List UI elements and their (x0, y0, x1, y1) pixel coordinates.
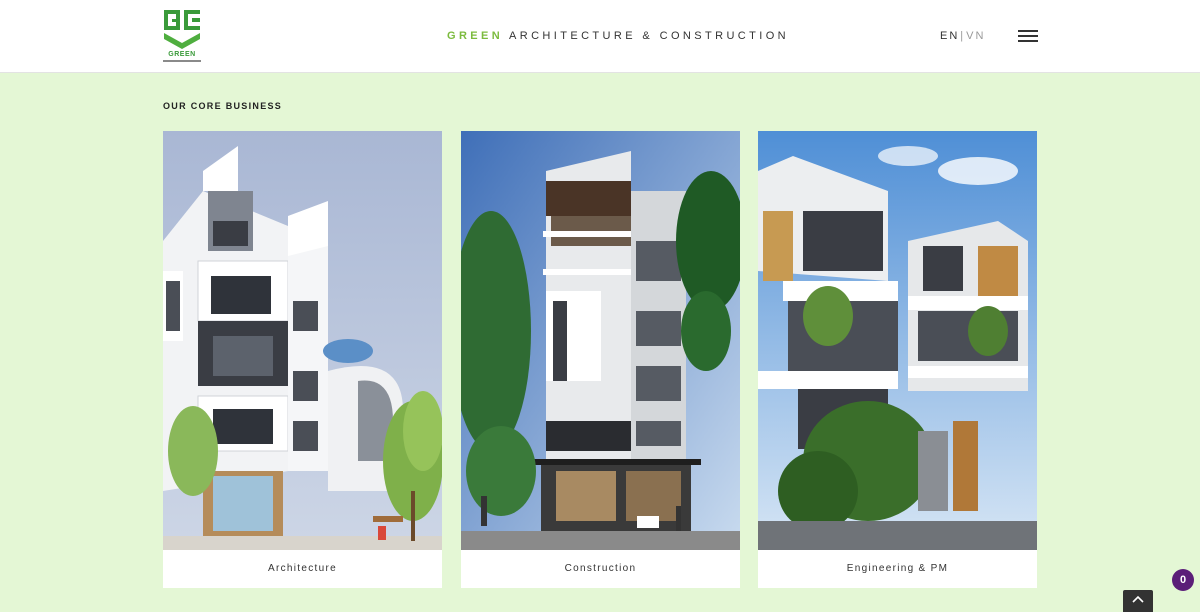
logo-tagline (163, 60, 201, 62)
chevron-up-icon (1132, 595, 1144, 603)
language-switcher: EN|VN (940, 30, 985, 42)
construction-image (461, 131, 740, 550)
engineering-pm-image (758, 131, 1037, 550)
site-header: GREEN GREEN ARCHITECTURE & CONSTRUCTION … (0, 0, 1200, 73)
logo-wordmark: GREEN (168, 51, 196, 58)
site-title-rest: ARCHITECTURE & CONSTRUCTION (508, 30, 790, 42)
lang-en-link[interactable]: EN (940, 30, 959, 42)
architecture-image (163, 131, 442, 550)
card-construction-label[interactable]: Construction (461, 550, 740, 588)
green-logo-icon (164, 10, 200, 49)
site-title: GREEN ARCHITECTURE & CONSTRUCTION (447, 30, 789, 42)
lang-vn-link[interactable]: VN (966, 30, 985, 42)
lang-separator: | (960, 30, 966, 42)
card-architecture[interactable]: Architecture (163, 131, 442, 588)
back-to-top-button[interactable] (1123, 590, 1153, 612)
card-architecture-label[interactable]: Architecture (163, 550, 442, 588)
hamburger-menu-icon[interactable] (1018, 30, 1038, 43)
card-construction[interactable]: Construction (461, 131, 740, 588)
card-engineering-pm-label[interactable]: Engineering & PM (758, 550, 1037, 588)
section-title: OUR CORE BUSINESS (163, 101, 283, 111)
site-title-accent: GREEN (447, 30, 504, 42)
card-engineering-pm[interactable]: Engineering & PM (758, 131, 1037, 588)
chat-count-badge[interactable]: 0 (1172, 569, 1194, 591)
logo[interactable]: GREEN (163, 9, 201, 65)
